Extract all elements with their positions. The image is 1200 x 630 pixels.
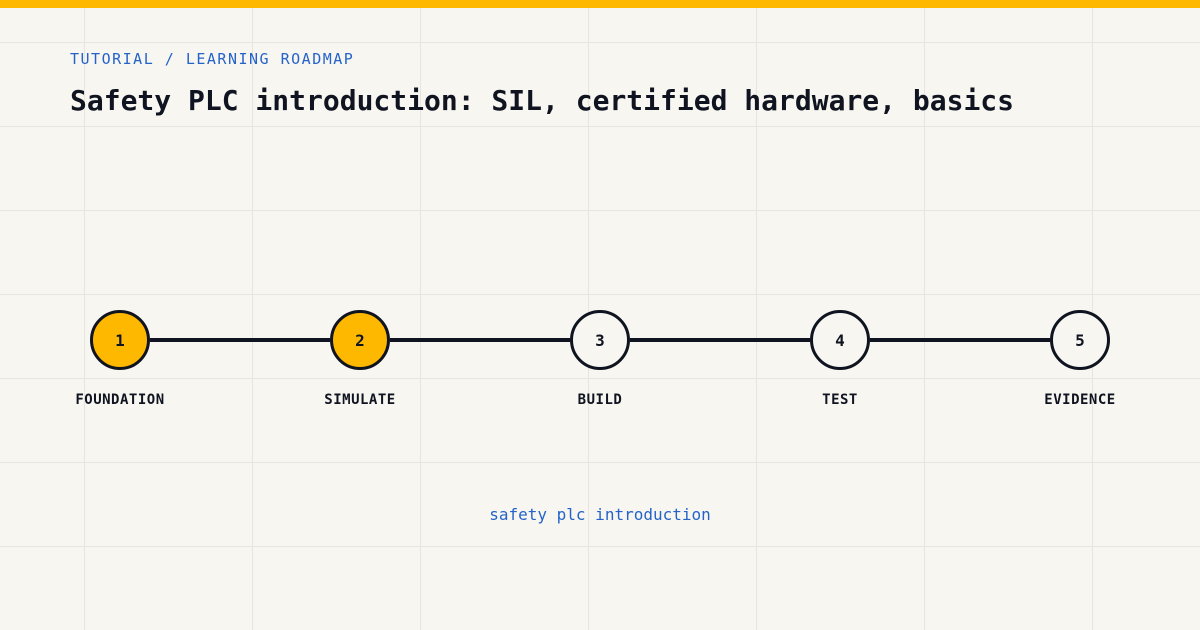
step-node-1: 1	[90, 310, 150, 370]
step-number: 3	[595, 330, 605, 350]
step-label-test: TEST	[822, 392, 858, 408]
step-label-simulate: SIMULATE	[324, 392, 396, 408]
step-node-5: 5	[1050, 310, 1110, 370]
step-label-evidence: EVIDENCE	[1044, 392, 1116, 408]
step-number: 5	[1075, 330, 1085, 350]
footer-caption: safety plc introduction	[489, 505, 711, 524]
connector-line	[390, 338, 570, 342]
step-label-build: BUILD	[577, 392, 623, 408]
step-number: 2	[355, 330, 365, 350]
roadmap-timeline: 1 FOUNDATION 2 SIMULATE 3 BUILD 4 TEST 5…	[0, 0, 1200, 630]
step-node-3: 3	[570, 310, 630, 370]
connector-line	[150, 338, 330, 342]
step-number: 1	[115, 330, 125, 350]
connector-line	[630, 338, 810, 342]
step-label-foundation: FOUNDATION	[75, 392, 165, 408]
step-node-2: 2	[330, 310, 390, 370]
step-node-4: 4	[810, 310, 870, 370]
connector-line	[870, 338, 1050, 342]
step-number: 4	[835, 330, 845, 350]
